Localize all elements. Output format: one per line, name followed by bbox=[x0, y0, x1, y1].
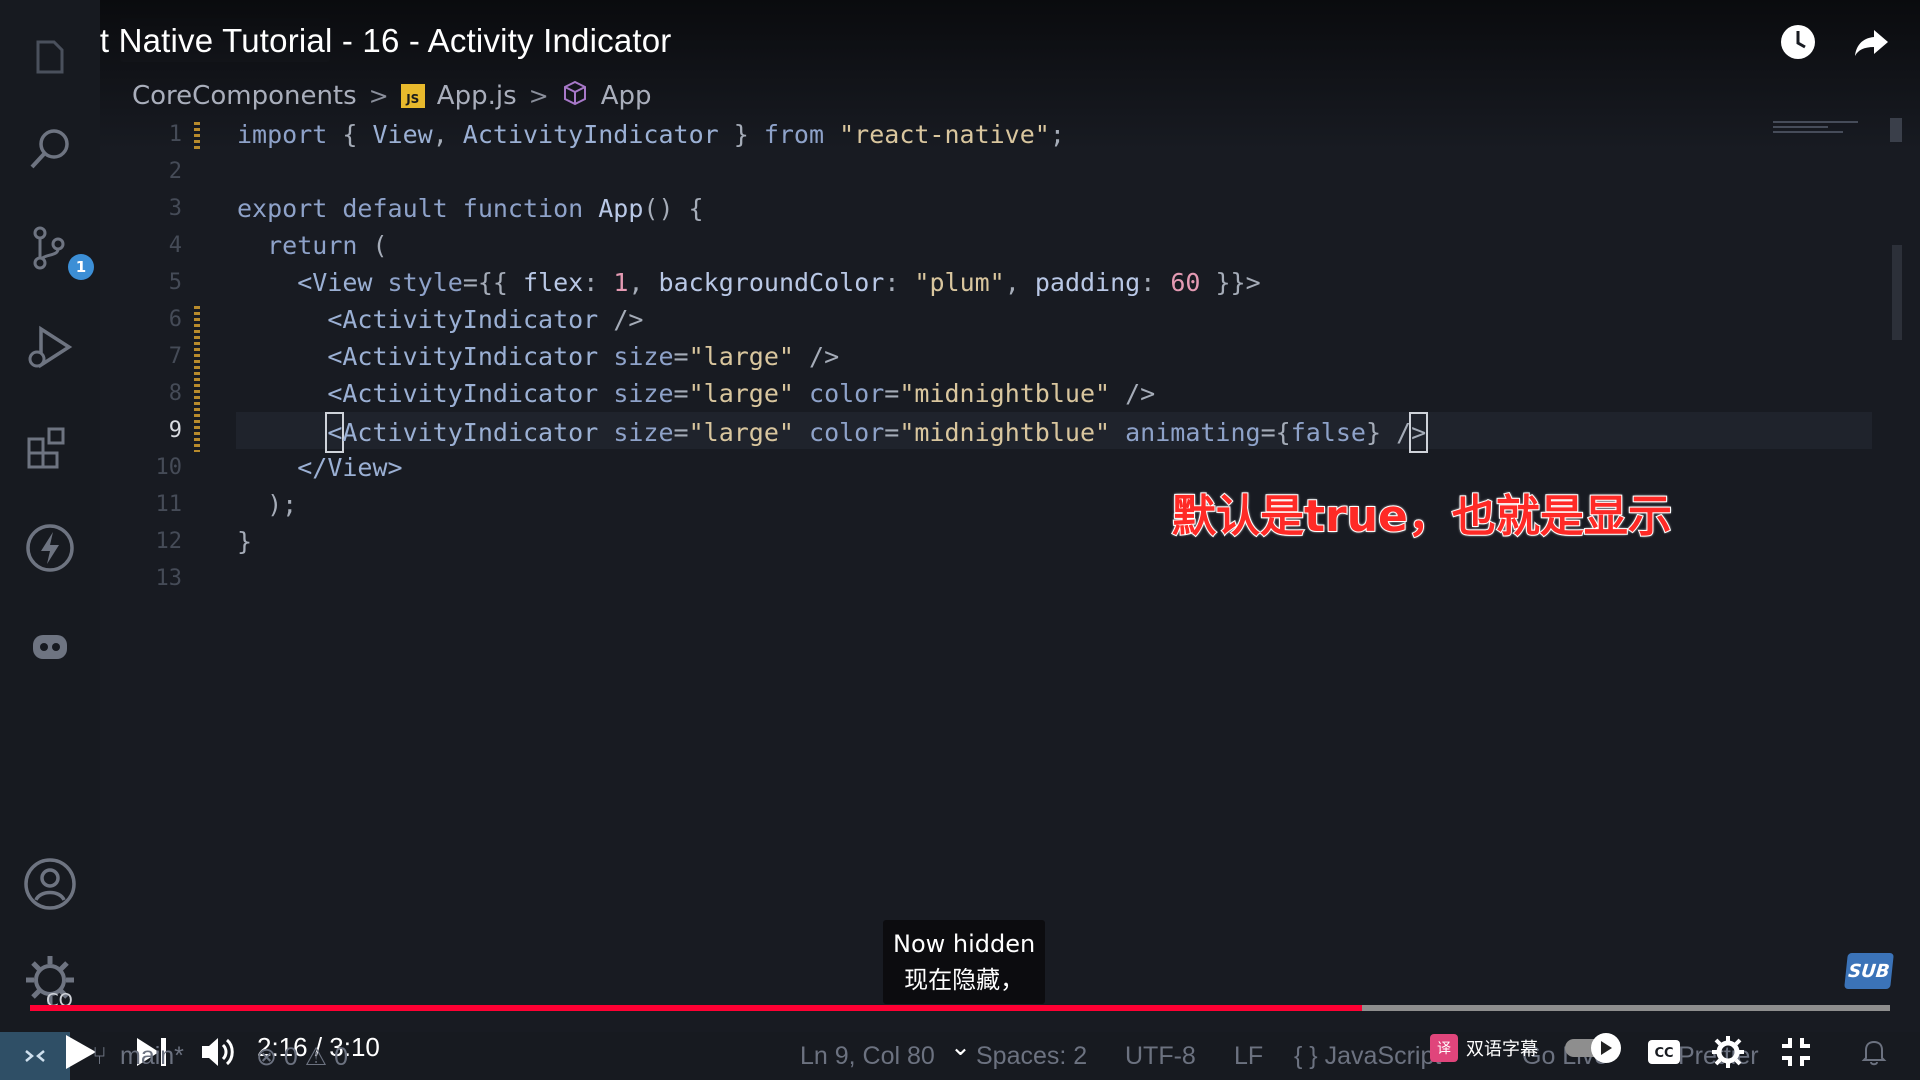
settings-icon[interactable] bbox=[1706, 1030, 1750, 1074]
volume-icon[interactable] bbox=[196, 1030, 240, 1074]
line-number: 5 bbox=[168, 270, 182, 295]
translate-icon: 译 bbox=[1430, 1034, 1458, 1062]
bell-icon[interactable] bbox=[1854, 1030, 1894, 1074]
breadcrumb-folder[interactable]: CoreComponents bbox=[132, 81, 357, 111]
run-debug-icon[interactable] bbox=[20, 318, 80, 378]
dual-subtitle-button[interactable]: 译 双语字幕 bbox=[1430, 1034, 1538, 1062]
line-number: 1 bbox=[168, 122, 182, 147]
line-number: 4 bbox=[168, 233, 182, 258]
minimap[interactable] bbox=[1773, 118, 1863, 138]
line-number: 3 bbox=[168, 196, 182, 221]
code-line: 3 export default function App() { bbox=[100, 190, 1890, 227]
scrollbar-thumb[interactable] bbox=[1890, 118, 1902, 142]
copilot-icon[interactable] bbox=[20, 616, 80, 676]
breadcrumb-symbol[interactable]: App bbox=[601, 81, 652, 111]
extensions-icon[interactable] bbox=[20, 418, 80, 478]
code-line: 7 <ActivityIndicator size="large" /> bbox=[100, 338, 1890, 375]
status-cursor-position[interactable]: Ln 9, Col 80 bbox=[800, 1042, 935, 1071]
code-line: 4 return ( bbox=[100, 227, 1890, 264]
breadcrumb-file[interactable]: App.js bbox=[437, 81, 517, 111]
dual-subtitle-label: 双语字幕 bbox=[1466, 1039, 1538, 1060]
scrollbar-track-mark bbox=[1892, 245, 1902, 340]
share-icon[interactable] bbox=[1852, 22, 1892, 62]
status-branch[interactable]: main* bbox=[120, 1042, 184, 1071]
sub-logo-icon[interactable]: SUB bbox=[1844, 953, 1894, 989]
git-branch-icon[interactable]: ⑂ bbox=[92, 1042, 107, 1071]
line-number: 8 bbox=[168, 381, 182, 406]
source-control-badge: 1 bbox=[68, 254, 94, 280]
status-encoding[interactable]: UTF-8 bbox=[1125, 1042, 1196, 1071]
caption-line-english: Now hidden bbox=[893, 930, 1036, 958]
status-problems[interactable]: ⊗ 0 ⚠ 0 bbox=[256, 1042, 348, 1072]
breadcrumb: CoreComponents > JS App.js > App bbox=[132, 78, 652, 114]
lightning-icon[interactable] bbox=[20, 518, 80, 578]
code-line: 5 <View style={{ flex: 1, backgroundColo… bbox=[100, 264, 1890, 301]
watch-later-icon[interactable] bbox=[1778, 22, 1818, 62]
line-number: 11 bbox=[155, 492, 183, 517]
status-language[interactable]: { } JavaScript bbox=[1294, 1042, 1441, 1071]
captions-box: Now hidden 现在隐藏， bbox=[883, 920, 1046, 1004]
line-number: 2 bbox=[168, 159, 182, 184]
cube-icon bbox=[561, 79, 589, 114]
code-line: 1 import { View, ActivityIndicator } fro… bbox=[100, 116, 1890, 153]
closed-captions-icon[interactable]: CC bbox=[1642, 1030, 1686, 1074]
status-eol[interactable]: LF bbox=[1234, 1042, 1263, 1071]
svg-text:CC: CC bbox=[1654, 1046, 1673, 1061]
caption-line-chinese: 现在隐藏， bbox=[904, 966, 1025, 994]
search-icon[interactable] bbox=[20, 118, 80, 178]
code-line-active: 9 <ActivityIndicator size="large" color=… bbox=[100, 412, 1890, 453]
js-file-icon: JS bbox=[400, 84, 425, 108]
line-number: 9 bbox=[168, 418, 182, 443]
autoplay-toggle[interactable] bbox=[1565, 1033, 1621, 1063]
line-number: 10 bbox=[155, 455, 183, 480]
top-right-controls bbox=[1778, 22, 1892, 62]
status-indentation[interactable]: Spaces: 2 bbox=[976, 1042, 1087, 1071]
chevron-right-icon: > bbox=[368, 82, 389, 110]
code-line: 6 <ActivityIndicator /> bbox=[100, 301, 1890, 338]
code-line: 8 <ActivityIndicator size="large" color=… bbox=[100, 375, 1890, 412]
video-annotation: 默认是true，也就是显示 bbox=[1171, 490, 1673, 543]
progress-played bbox=[30, 1005, 1362, 1011]
line-number: 6 bbox=[168, 307, 182, 332]
line-number: 12 bbox=[155, 529, 183, 554]
code-line: 13 bbox=[100, 560, 1890, 597]
code-line: 2 bbox=[100, 153, 1890, 190]
exit-fullscreen-icon[interactable] bbox=[1774, 1030, 1818, 1074]
line-number: 7 bbox=[168, 344, 182, 369]
chevron-down-icon[interactable]: ⌄ bbox=[950, 1032, 971, 1062]
video-title[interactable]: React Native Tutorial - 16 - Activity In… bbox=[22, 22, 671, 60]
explorer-icon[interactable] bbox=[20, 26, 80, 86]
account-icon[interactable] bbox=[22, 856, 78, 912]
progress-bar[interactable] bbox=[30, 1005, 1890, 1011]
source-control-icon[interactable]: 1 bbox=[20, 218, 94, 280]
chevron-right-icon: > bbox=[528, 82, 549, 110]
line-number: 13 bbox=[155, 566, 183, 591]
